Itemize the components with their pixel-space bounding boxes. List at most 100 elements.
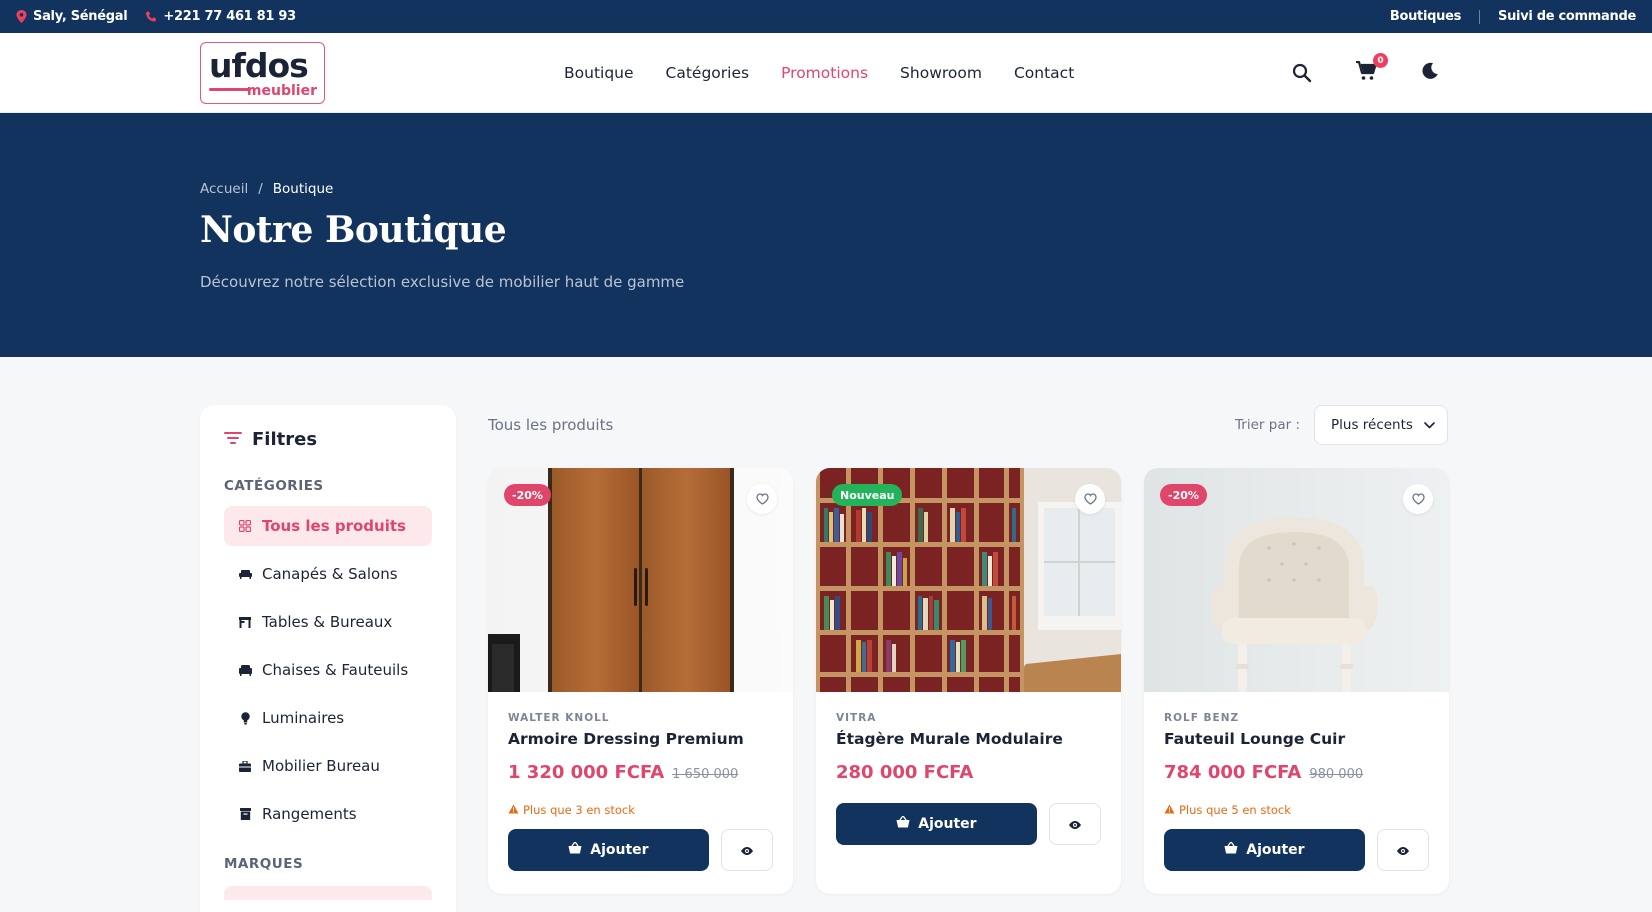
breadcrumb: Accueil / Boutique — [200, 181, 333, 197]
product-image-armchair[interactable]: -20% — [1144, 468, 1449, 692]
add-to-cart-button[interactable]: Ajouter — [1164, 829, 1365, 871]
quick-view-button[interactable] — [720, 829, 773, 871]
product-name[interactable]: Fauteuil Lounge Cuir — [1164, 730, 1429, 748]
product-name[interactable]: Étagère Murale Modulaire — [836, 730, 1101, 748]
dark-mode-toggle[interactable] — [1418, 61, 1442, 85]
add-to-cart-button[interactable]: Ajouter — [508, 829, 709, 871]
top-link-divider — [1479, 9, 1481, 24]
product-card[interactable]: -20% ROLF BENZ Fauteuil Lounge Cuir 784 … — [1144, 468, 1449, 894]
nav-contact[interactable]: Contact — [1014, 64, 1074, 82]
chevron-down-icon — [1424, 417, 1435, 433]
category-label: Chaises & Fauteuils — [262, 661, 409, 679]
filters-title: Filtres — [252, 429, 318, 450]
wishlist-button[interactable] — [747, 484, 777, 514]
page-title: Notre Boutique — [200, 209, 507, 251]
heart-icon — [1411, 493, 1425, 505]
cart-button[interactable]: 0 — [1354, 53, 1388, 85]
sort-control: Trier par : Plus récents — [1235, 405, 1448, 445]
top-link-order-tracking[interactable]: Suivi de commande — [1498, 9, 1636, 24]
breadcrumb-separator: / — [258, 181, 263, 197]
category-label: Mobilier Bureau — [262, 757, 380, 775]
brands-label: MARQUES — [224, 856, 304, 872]
logo-wordmark: ufdos — [209, 46, 309, 85]
sort-label: Trier par : — [1235, 417, 1300, 433]
wishlist-button[interactable] — [1075, 484, 1105, 514]
category-chairs[interactable]: Chaises & Fauteuils — [224, 650, 432, 690]
product-image-wardrobe[interactable]: -20% — [488, 468, 793, 692]
category-sofas[interactable]: Canapés & Salons — [224, 554, 432, 594]
phone-text: +221 77 461 81 93 — [163, 9, 296, 24]
brand-filter-item[interactable] — [224, 886, 432, 900]
new-badge: Nouveau — [832, 484, 903, 506]
grid-icon — [238, 519, 252, 533]
main-nav: Boutique Catégories Promotions Showroom … — [564, 33, 1074, 113]
logo-subtitle: meublier — [246, 83, 317, 99]
product-price: 784 000 FCFA — [1164, 762, 1302, 783]
top-bar: Saly, Sénégal +221 77 461 81 93 Boutique… — [0, 0, 1652, 33]
quick-view-button[interactable] — [1376, 829, 1429, 871]
sort-value: Plus récents — [1331, 417, 1413, 433]
breadcrumb-current: Boutique — [272, 181, 334, 197]
basket-icon — [568, 841, 582, 858]
product-price: 1 320 000 FCFA — [508, 762, 665, 783]
nav-boutique[interactable]: Boutique — [564, 64, 634, 82]
basket-icon — [1224, 841, 1238, 858]
logo-underline — [209, 88, 251, 91]
product-image-bookshelf[interactable]: Nouveau — [816, 468, 1121, 692]
logo[interactable]: ufdos meublier — [200, 42, 325, 104]
search-icon[interactable] — [1290, 61, 1314, 85]
add-to-cart-label: Ajouter — [918, 816, 977, 832]
basket-icon — [896, 815, 910, 832]
category-all[interactable]: Tous les produits — [224, 506, 432, 546]
archive-box-icon — [238, 807, 252, 821]
location-info: Saly, Sénégal — [16, 9, 128, 24]
briefcase-icon — [238, 759, 252, 773]
filters-sidebar: Filtres CATÉGORIES Tous les produits Can… — [200, 405, 456, 912]
page-subtitle: Découvrez notre sélection exclusive de m… — [200, 273, 685, 291]
breadcrumb-home[interactable]: Accueil — [200, 181, 248, 197]
category-lighting[interactable]: Luminaires — [224, 698, 432, 738]
product-card[interactable]: Nouveau VITRA Étagère Murale Modulaire 2… — [816, 468, 1121, 894]
heart-icon — [1083, 493, 1097, 505]
site-header: ufdos meublier Boutique Catégories Promo… — [0, 33, 1652, 113]
eye-icon — [1068, 815, 1082, 834]
category-office[interactable]: Mobilier Bureau — [224, 746, 432, 786]
nav-showroom[interactable]: Showroom — [900, 64, 982, 82]
sort-select[interactable]: Plus récents — [1314, 405, 1448, 445]
add-to-cart-label: Ajouter — [590, 842, 649, 858]
product-name[interactable]: Armoire Dressing Premium — [508, 730, 773, 748]
wishlist-button[interactable] — [1403, 484, 1433, 514]
product-old-price: 980 000 — [1309, 767, 1364, 782]
category-label: Canapés & Salons — [262, 565, 398, 583]
product-price: 280 000 FCFA — [836, 762, 974, 783]
quick-view-button[interactable] — [1048, 803, 1101, 845]
cart-count-badge: 0 — [1373, 53, 1388, 68]
product-card[interactable]: -20% WALTER KNOLL Armoire Dressing Premi… — [488, 468, 793, 894]
filters-header: Filtres — [224, 429, 432, 450]
product-brand: VITRA — [836, 712, 877, 724]
category-tables[interactable]: Tables & Bureaux — [224, 602, 432, 642]
lightbulb-icon — [238, 711, 252, 725]
top-link-boutiques[interactable]: Boutiques — [1390, 9, 1461, 24]
product-old-price: 1 650 000 — [672, 767, 739, 782]
results-label: Tous les produits — [488, 416, 614, 434]
discount-badge: -20% — [504, 484, 551, 506]
category-label: Tables & Bureaux — [262, 613, 393, 631]
moon-icon — [1420, 61, 1440, 85]
warning-icon — [508, 803, 519, 817]
nav-categories[interactable]: Catégories — [666, 64, 750, 82]
hero-banner: Accueil / Boutique Notre Boutique Découv… — [0, 113, 1652, 357]
add-to-cart-button[interactable]: Ajouter — [836, 803, 1037, 845]
stock-warning: Plus que 5 en stock — [1164, 803, 1429, 817]
add-to-cart-label: Ajouter — [1246, 842, 1305, 858]
category-label: Rangements — [262, 805, 357, 823]
location-text: Saly, Sénégal — [33, 9, 128, 24]
eye-icon — [740, 841, 754, 860]
nav-promotions[interactable]: Promotions — [781, 64, 868, 82]
category-label: Tous les produits — [262, 517, 406, 535]
map-pin-icon — [16, 10, 27, 23]
category-storage[interactable]: Rangements — [224, 794, 432, 834]
stock-text: Plus que 3 en stock — [523, 803, 635, 817]
phone-info[interactable]: +221 77 461 81 93 — [145, 9, 296, 24]
products-toolbar: Tous les produits Trier par : Plus récen… — [488, 405, 1448, 445]
